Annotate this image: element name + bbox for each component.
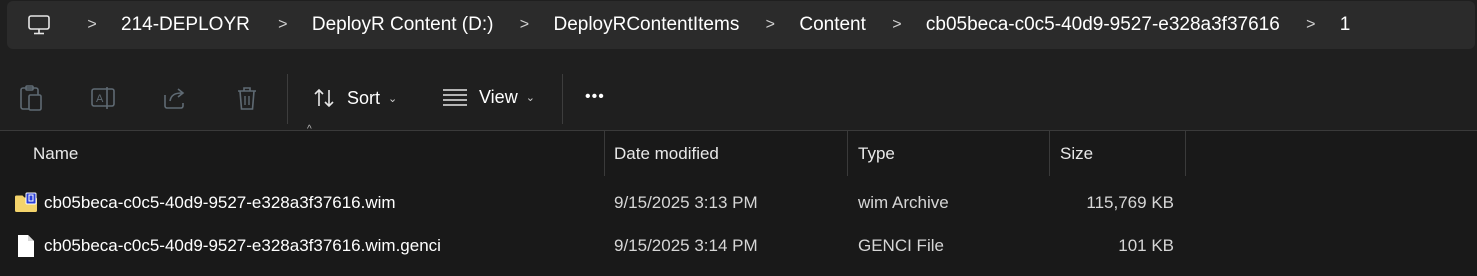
svg-text:A: A (96, 93, 104, 105)
file-row[interactable]: cb05beca-c0c5-40d9-9527-e328a3f37616.wim… (0, 224, 1477, 267)
breadcrumb-item-drive[interactable]: DeployR Content (D:) (312, 14, 494, 36)
file-name[interactable]: cb05beca-c0c5-40d9-9527-e328a3f37616.wim… (44, 224, 441, 267)
breadcrumb-separator[interactable]: > (1304, 16, 1318, 34)
share-icon[interactable] (162, 85, 188, 111)
sort-button[interactable]: Sort ⌄ (312, 86, 397, 110)
paste-icon[interactable] (18, 84, 44, 112)
column-divider[interactable] (1185, 131, 1186, 176)
breadcrumb-separator[interactable]: > (276, 16, 290, 34)
view-button[interactable]: View ⌄ (442, 86, 535, 108)
delete-icon[interactable] (234, 84, 260, 112)
toolbar-divider (562, 74, 563, 124)
column-divider[interactable] (1049, 131, 1050, 176)
view-icon (443, 89, 467, 106)
command-bar: A Sort ⌄ View ⌄ ••• (0, 55, 1477, 131)
more-options-button[interactable]: ••• (585, 88, 605, 106)
file-type: wim Archive (858, 192, 949, 212)
breadcrumb-separator[interactable]: > (85, 16, 99, 34)
file-date: 9/15/2025 3:14 PM (614, 235, 758, 255)
file-name[interactable]: cb05beca-c0c5-40d9-9527-e328a3f37616.wim (44, 181, 396, 224)
breadcrumb[interactable]: > 214-DEPLOYR > DeployR Content (D:) > D… (7, 1, 1475, 49)
column-divider[interactable] (847, 131, 848, 176)
breadcrumb-item-host[interactable]: 214-DEPLOYR (121, 14, 250, 36)
column-header: Name Date modified Type Size (0, 131, 1477, 176)
breadcrumb-item-current[interactable]: 1 (1340, 14, 1351, 36)
view-label: View (479, 86, 518, 107)
sort-icon (314, 88, 334, 108)
breadcrumb-separator[interactable]: > (890, 16, 904, 34)
rename-icon[interactable]: A (90, 85, 118, 111)
breadcrumb-item-content[interactable]: Content (799, 14, 866, 36)
column-divider[interactable] (604, 131, 605, 176)
column-date-modified[interactable]: Date modified (614, 131, 719, 176)
column-type[interactable]: Type (858, 131, 895, 176)
file-icon (16, 224, 36, 267)
archive-folder-icon (14, 181, 38, 224)
column-name[interactable]: Name (33, 131, 78, 176)
file-size: 101 KB (1118, 235, 1174, 255)
breadcrumb-separator[interactable]: > (763, 16, 777, 34)
chevron-down-icon: ⌄ (525, 91, 535, 104)
toolbar-divider (287, 74, 288, 124)
sort-label: Sort (347, 87, 381, 108)
file-date: 9/15/2025 3:13 PM (614, 192, 758, 212)
address-area: > 214-DEPLOYR > DeployR Content (D:) > D… (0, 0, 1477, 55)
chevron-down-icon: ⌄ (388, 92, 398, 105)
breadcrumb-item-guid[interactable]: cb05beca-c0c5-40d9-9527-e328a3f37616 (926, 14, 1280, 36)
breadcrumb-item-content-items[interactable]: DeployRContentItems (553, 14, 739, 36)
file-type: GENCI File (858, 235, 944, 255)
column-size[interactable]: Size (1060, 131, 1093, 176)
file-row[interactable]: cb05beca-c0c5-40d9-9527-e328a3f37616.wim… (0, 181, 1477, 224)
file-size: 115,769 KB (1086, 192, 1174, 212)
breadcrumb-separator[interactable]: > (517, 16, 531, 34)
this-pc-icon[interactable] (27, 14, 55, 36)
